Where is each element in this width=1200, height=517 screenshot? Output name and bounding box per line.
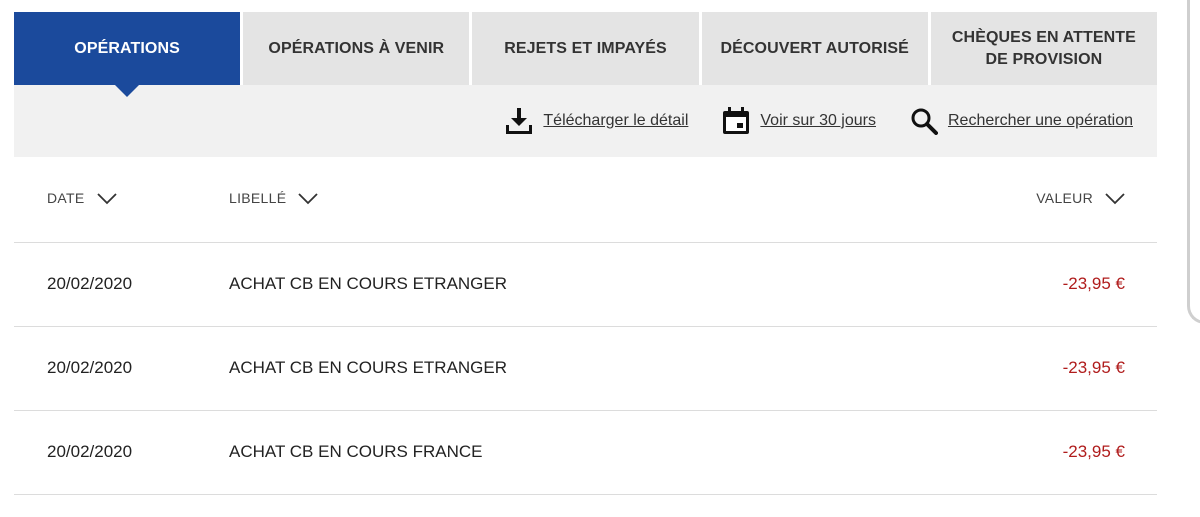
table-row[interactable]: 20/02/2020 ACHAT CB EN COURS ETRANGER -2…	[14, 327, 1157, 411]
row-libelle: ACHAT CB EN COURS FRANCE	[229, 442, 483, 461]
row-date: 20/02/2020	[47, 358, 133, 377]
row-amount: -23,95 €	[1062, 274, 1125, 293]
calendar-icon	[722, 107, 750, 135]
row-libelle: ACHAT CB EN COURS ETRANGER	[229, 358, 508, 377]
search-operation-label: Rechercher une opération	[947, 112, 1133, 129]
operations-panel: OPÉRATIONS OPÉRATIONS À VENIR REJETS ET …	[14, 12, 1158, 495]
download-detail-label: Télécharger le détail	[543, 112, 689, 129]
search-icon	[910, 107, 938, 135]
tab-label: OPÉRATIONS	[74, 39, 180, 57]
toolbar: Télécharger le détail Voir sur 30 jours	[14, 85, 1157, 157]
tab-label: OPÉRATIONS À VENIR	[268, 39, 445, 57]
sort-by-valeur-header[interactable]: VALEUR	[1036, 190, 1125, 206]
chevron-down-icon	[96, 192, 117, 205]
view-30-days-link[interactable]: Voir sur 30 jours	[722, 107, 876, 135]
active-tab-caret-icon	[115, 85, 140, 97]
search-operation-link[interactable]: Rechercher une opération	[910, 107, 1133, 135]
tab-label: CHÈQUES EN ATTENTE DE PROVISION	[951, 28, 1136, 68]
tab-bar: OPÉRATIONS OPÉRATIONS À VENIR REJETS ET …	[14, 12, 1158, 97]
download-icon	[505, 107, 533, 135]
chevron-down-icon	[298, 192, 319, 205]
row-amount: -23,95 €	[1062, 358, 1125, 377]
page: OPÉRATIONS OPÉRATIONS À VENIR REJETS ET …	[0, 0, 1200, 517]
row-date: 20/02/2020	[47, 274, 133, 293]
table-row[interactable]: 20/02/2020 ACHAT CB EN COURS FRANCE -23,…	[14, 411, 1157, 495]
tab-operations[interactable]: OPÉRATIONS	[14, 12, 241, 97]
column-header-valeur: VALEUR	[1036, 190, 1093, 206]
sort-by-date-header[interactable]: DATE	[47, 190, 117, 206]
tab-label: DÉCOUVERT AUTORISÉ	[720, 39, 909, 57]
row-date: 20/02/2020	[47, 442, 133, 461]
column-header-date: DATE	[47, 190, 85, 206]
table-row[interactable]: 20/02/2020 ACHAT CB EN COURS ETRANGER -2…	[14, 243, 1157, 327]
download-detail-link[interactable]: Télécharger le détail	[505, 107, 688, 135]
column-header-libelle: LIBELLÉ	[229, 190, 287, 206]
tab-cheques-en-attente[interactable]: CHÈQUES EN ATTENTE DE PROVISION	[930, 12, 1158, 85]
view-30-days-label: Voir sur 30 jours	[760, 112, 876, 129]
tab-decouvert-autorise[interactable]: DÉCOUVERT AUTORISÉ	[701, 12, 928, 85]
chevron-down-icon	[1105, 192, 1125, 205]
tab-label: REJETS ET IMPAYÉS	[504, 39, 667, 57]
scrollbar-frame[interactable]	[1187, 0, 1200, 324]
sort-by-libelle-header[interactable]: LIBELLÉ	[229, 190, 319, 206]
tab-operations-a-venir[interactable]: OPÉRATIONS À VENIR	[243, 12, 470, 85]
row-libelle: ACHAT CB EN COURS ETRANGER	[229, 274, 508, 293]
row-amount: -23,95 €	[1062, 442, 1125, 461]
table-header: DATE LIBELLÉ VALEUR	[14, 157, 1157, 243]
tab-rejets-et-impayes[interactable]: REJETS ET IMPAYÉS	[472, 12, 699, 85]
